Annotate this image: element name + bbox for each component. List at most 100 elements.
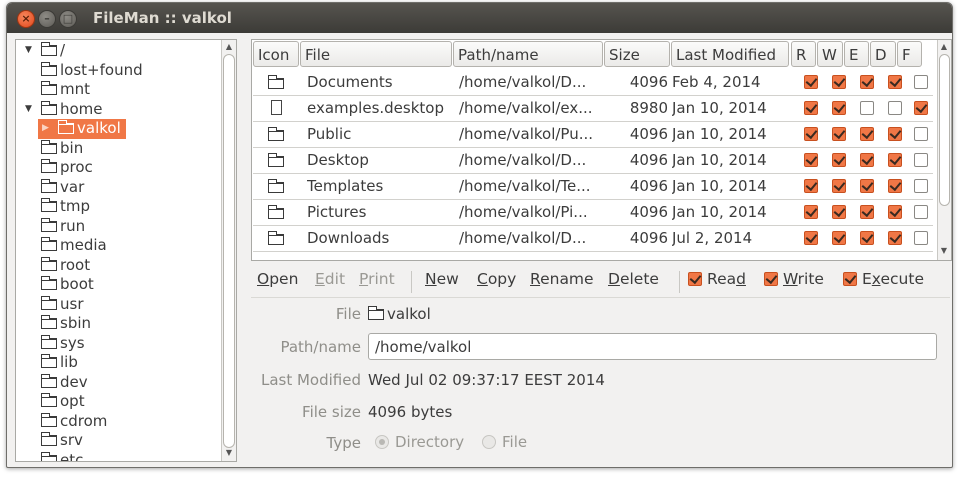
table-row[interactable]: Desktop/home/valkol/D... 4096 Jan 10, 2014 [253, 147, 933, 174]
delete-button[interactable]: Delete [608, 270, 659, 288]
execute-checkbox[interactable]: Execute [843, 270, 924, 288]
write-checkbox[interactable]: Write [764, 270, 824, 288]
type-directory-radio[interactable]: Directory [375, 433, 464, 451]
r-permission-checkbox[interactable] [804, 231, 818, 245]
tree-item[interactable]: ▶ valkol [38, 119, 126, 139]
d-permission-checkbox[interactable] [888, 205, 902, 219]
d-permission-checkbox[interactable] [888, 127, 902, 141]
edit-button[interactable]: Edit [315, 270, 345, 288]
table-scroll-thumb[interactable] [939, 54, 950, 206]
tree-item[interactable]: sbin [41, 314, 91, 334]
open-button[interactable]: Open [257, 270, 298, 288]
path-input[interactable] [368, 333, 937, 360]
tree-item[interactable]: boot [41, 275, 94, 295]
copy-button[interactable]: Copy [477, 270, 516, 288]
table-row[interactable]: examples.desktop/home/valkol/ex... 8980 Ja… [253, 95, 933, 122]
collapse-arrow-icon[interactable]: ▼ [25, 100, 32, 120]
column-header[interactable]: Icon [253, 41, 299, 67]
tree-item[interactable]: srv [41, 431, 83, 451]
tree-item[interactable]: opt [41, 392, 85, 412]
tree-item[interactable]: etc [41, 451, 83, 461]
table-row[interactable] [253, 251, 933, 260]
d-permission-checkbox[interactable] [888, 101, 902, 115]
column-header[interactable]: E [844, 41, 869, 67]
tree-item[interactable]: cdrom [41, 412, 107, 432]
tree-item[interactable]: lib [41, 353, 78, 373]
e-permission-checkbox[interactable] [860, 205, 874, 219]
column-header[interactable]: R [791, 41, 816, 67]
r-permission-checkbox[interactable] [804, 75, 818, 89]
read-checkbox[interactable]: Read [688, 270, 746, 288]
w-permission-checkbox[interactable] [832, 101, 846, 115]
expand-arrow-icon[interactable]: ▶ [42, 119, 49, 139]
collapse-arrow-icon[interactable]: ▼ [25, 41, 32, 61]
e-permission-checkbox[interactable] [860, 127, 874, 141]
table-row[interactable]: Public/home/valkol/Pu... 4096 Jan 10, 2014 [253, 121, 933, 148]
tree-item[interactable]: media [41, 236, 107, 256]
minimize-button[interactable]: – [38, 10, 56, 28]
d-permission-checkbox[interactable] [888, 153, 902, 167]
table-scroll-down-icon[interactable]: ▼ [938, 246, 950, 255]
tree-item[interactable]: lost+found [41, 61, 143, 81]
table-row[interactable]: Templates/home/valkol/Te... 4096 Jan 10, 2… [253, 173, 933, 200]
d-permission-checkbox[interactable] [888, 75, 902, 89]
tree-item[interactable]: usr [41, 295, 84, 315]
tree-item[interactable]: sys [41, 334, 85, 354]
maximize-button[interactable]: □ [59, 10, 77, 28]
print-button[interactable]: Print [359, 270, 395, 288]
w-permission-checkbox[interactable] [832, 179, 846, 193]
file-table[interactable]: ▲ ▼ Icon File Path/name Size Last Modified R W… [251, 39, 952, 261]
tree-item[interactable]: bin [41, 139, 83, 159]
f-permission-checkbox[interactable] [914, 127, 928, 141]
d-permission-checkbox[interactable] [888, 231, 902, 245]
type-file-radio[interactable]: File [482, 433, 527, 451]
column-header[interactable]: File [300, 41, 452, 67]
column-header[interactable]: Size [604, 41, 670, 67]
directory-tree[interactable]: ▲ ▼ ▼ / lost+found mnt ▼ home ▶ valkol bin proc va… [15, 39, 237, 462]
d-permission-checkbox[interactable] [888, 179, 902, 193]
tree-item[interactable]: ▼ / [25, 41, 65, 61]
tree-item[interactable]: root [41, 256, 90, 276]
column-header[interactable]: Last Modified [671, 41, 789, 67]
tree-item[interactable]: ▼ home [25, 100, 103, 120]
f-permission-checkbox[interactable] [914, 101, 928, 115]
title-bar[interactable]: × – □ FileMan :: valkol [7, 3, 952, 33]
w-permission-checkbox[interactable] [832, 127, 846, 141]
f-permission-checkbox[interactable] [914, 231, 928, 245]
column-header[interactable]: F [897, 41, 922, 67]
table-row[interactable]: Pictures/home/valkol/Pi... 4096 Jan 10, 20… [253, 199, 933, 226]
e-permission-checkbox[interactable] [860, 75, 874, 89]
r-permission-checkbox[interactable] [804, 153, 818, 167]
table-scrollbar[interactable]: ▲ ▼ [937, 40, 951, 260]
f-permission-checkbox[interactable] [914, 205, 928, 219]
tree-item[interactable]: dev [41, 373, 88, 393]
f-permission-checkbox[interactable] [914, 179, 928, 193]
column-header[interactable]: D [870, 41, 896, 67]
e-permission-checkbox[interactable] [860, 153, 874, 167]
table-row[interactable]: Documents/home/valkol/D... 4096 Feb 4, 201… [253, 69, 933, 96]
r-permission-checkbox[interactable] [804, 101, 818, 115]
w-permission-checkbox[interactable] [832, 75, 846, 89]
f-permission-checkbox[interactable] [914, 153, 928, 167]
e-permission-checkbox[interactable] [860, 101, 874, 115]
scroll-up-icon[interactable]: ▲ [223, 42, 235, 51]
tree-item[interactable]: var [41, 178, 84, 198]
r-permission-checkbox[interactable] [804, 179, 818, 193]
column-header[interactable]: Path/name [453, 41, 603, 67]
scroll-down-icon[interactable]: ▼ [223, 448, 235, 457]
tree-item[interactable]: run [41, 217, 85, 237]
e-permission-checkbox[interactable] [860, 231, 874, 245]
close-button[interactable]: × [17, 10, 35, 28]
tree-item[interactable]: tmp [41, 197, 90, 217]
new-button[interactable]: New [425, 270, 459, 288]
e-permission-checkbox[interactable] [860, 179, 874, 193]
r-permission-checkbox[interactable] [804, 205, 818, 219]
w-permission-checkbox[interactable] [832, 205, 846, 219]
column-header[interactable]: W [817, 41, 843, 67]
w-permission-checkbox[interactable] [832, 231, 846, 245]
tree-item[interactable]: proc [41, 158, 93, 178]
rename-button[interactable]: Rename [530, 270, 594, 288]
tree-scrollbar[interactable]: ▲ ▼ [221, 40, 236, 461]
table-row[interactable]: Downloads/home/valkol/D... 4096 Jul 2, 201… [253, 225, 933, 252]
r-permission-checkbox[interactable] [804, 127, 818, 141]
